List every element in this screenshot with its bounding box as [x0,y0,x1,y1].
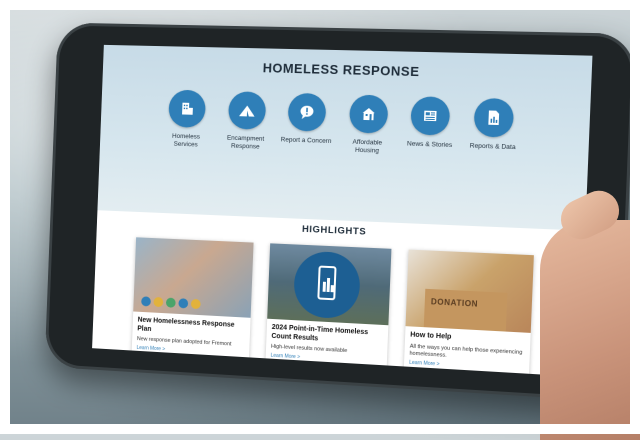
card-title: 2024 Point-in-Time Homeless Count Result… [271,323,369,342]
nav-item-report-concern[interactable]: Report a Concern [280,92,334,154]
nav-item-news-stories[interactable]: News & Stories [403,96,458,158]
house-icon [348,94,389,134]
nav-item-reports-data[interactable]: Reports & Data [465,97,521,161]
speech-bubble-icon [287,92,327,132]
phone-icon [317,265,337,301]
document-icon [473,97,515,138]
card-response-plan[interactable]: New Homelessness Response Plan New respo… [130,237,254,377]
nav-label: News & Stories [406,140,453,150]
card-how-to-help[interactable]: DONATION How to Help All the ways you ca… [402,249,534,377]
nav-label: Affordable Housing [352,138,383,155]
nav-label: Encampment Response [226,134,265,151]
holding-hand [540,220,640,440]
highlight-cards: New Homelessness Response Plan New respo… [130,237,534,377]
card-title: New Homelessness Response Plan [137,316,235,333]
card-pit-count[interactable]: 2024 Point-in-Time Homeless Count Result… [264,243,392,377]
nav-item-homeless-services[interactable]: Homeless Services [161,89,213,150]
category-icons [141,296,201,310]
newspaper-icon [410,96,451,136]
nav-label: Report a Concern [280,136,332,145]
nav-label: Reports & Data [469,142,516,152]
city-photo [267,243,392,326]
nav-label: Homeless Services [171,132,201,149]
donation-box [423,288,508,332]
tablet-screen: HOMELESS RESPONSE Homeless Services Enca… [92,44,593,377]
donation-box-photo: DONATION [405,249,534,333]
nav-item-affordable-housing[interactable]: Affordable Housing [341,94,396,156]
tent-icon [227,91,266,130]
nav-icons-row: Homeless Services Encampment Response Re… [161,89,522,160]
building-icon [168,89,207,128]
hands-photo [133,237,254,318]
nav-item-encampment-response[interactable]: Encampment Response [220,91,273,152]
